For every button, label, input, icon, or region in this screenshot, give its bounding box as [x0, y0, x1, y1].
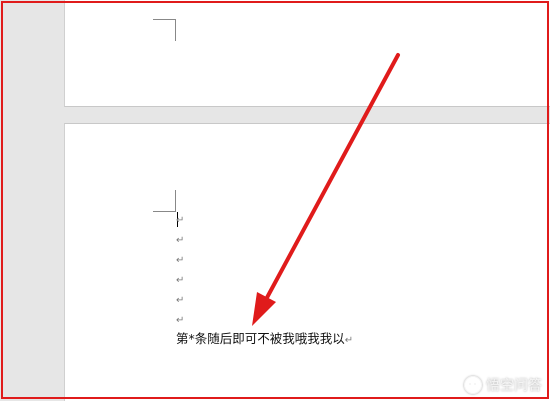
paragraph-mark: ↵ [344, 335, 354, 346]
paragraph-mark: ↵ [176, 235, 185, 246]
paragraph-mark: ↵ [176, 295, 185, 306]
page-corner-mark [153, 190, 176, 212]
current-page[interactable] [64, 123, 550, 401]
watermark: 悟空问答 [464, 375, 542, 395]
paragraph-mark: ↵ [176, 255, 185, 266]
paragraph-mark: ↵ [176, 215, 185, 226]
watermark-text: 悟空问答 [486, 378, 542, 394]
speech-bubble-icon [464, 376, 482, 394]
paragraph-mark: ↵ [176, 315, 185, 326]
paragraph-mark: ↵ [176, 275, 185, 286]
page-corner-mark [153, 19, 176, 41]
previous-page[interactable] [64, 0, 550, 107]
text-line-content: 第*条随后即可不被我哦我我以 [176, 331, 345, 346]
document-text-line[interactable]: 第*条随后即可不被我哦我我以↵ [176, 331, 353, 349]
